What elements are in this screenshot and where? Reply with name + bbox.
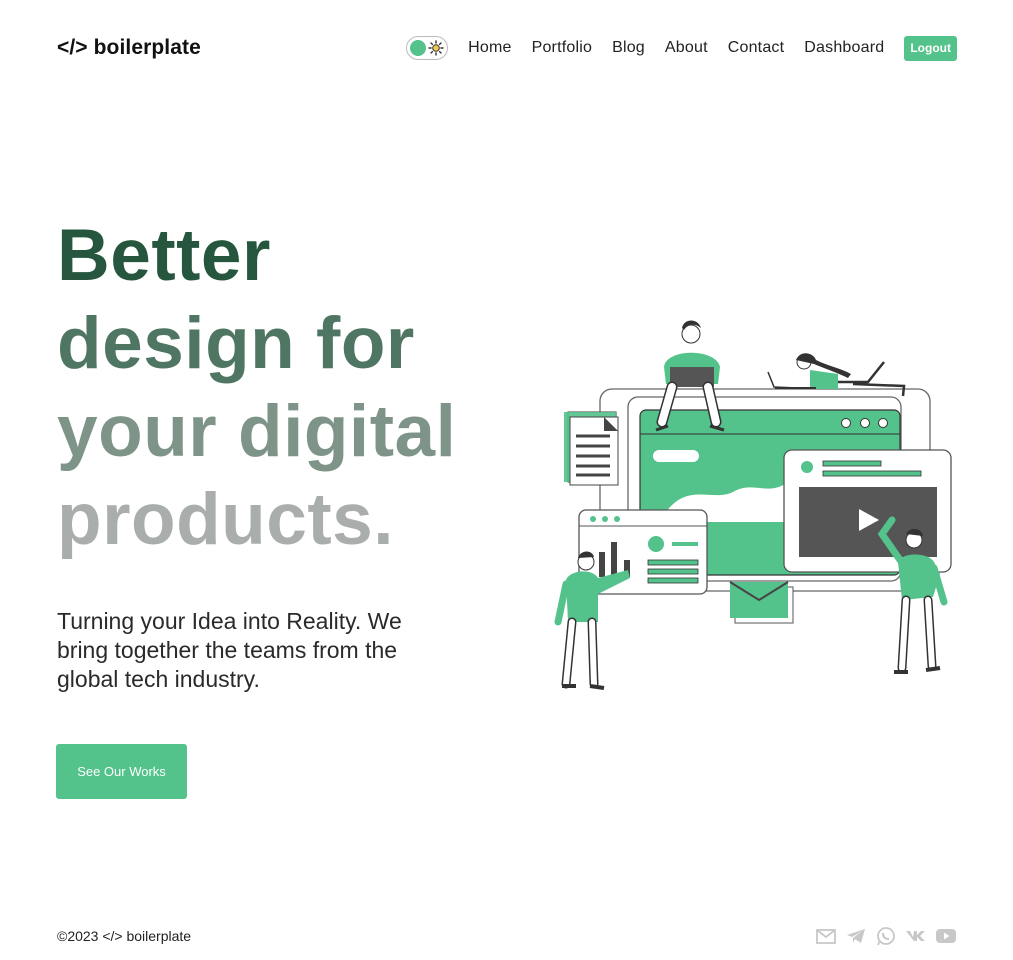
site-logo[interactable]: </> boilerplate — [57, 36, 201, 60]
logout-button[interactable]: Logout — [904, 35, 957, 61]
hero-title-line: Better — [57, 215, 271, 296]
nav-blog[interactable]: Blog — [612, 39, 645, 57]
hero-title-line: products. — [57, 479, 395, 560]
hero-title: Better design for your digital products. — [57, 212, 456, 564]
hero-title-line: your digital — [57, 391, 457, 472]
youtube-icon[interactable] — [935, 926, 957, 946]
hero-title-line: design for — [57, 303, 415, 384]
whatsapp-icon[interactable] — [875, 926, 897, 946]
main-nav: Home Portfolio Blog About Contact Dashbo… — [406, 35, 957, 61]
nav-home[interactable]: Home — [468, 39, 511, 57]
vk-icon[interactable] — [905, 926, 927, 946]
sun-icon — [428, 40, 444, 56]
nav-dashboard[interactable]: Dashboard — [804, 39, 884, 57]
telegram-icon[interactable] — [845, 926, 867, 946]
toggle-knob — [410, 40, 427, 56]
navbar: </> boilerplate Home Portfolio Blog Abou… — [57, 33, 957, 63]
see-our-works-button[interactable]: See Our Works — [56, 744, 187, 799]
social-links — [807, 926, 957, 946]
footer-copyright: ©2023 </> boilerplate — [57, 928, 192, 944]
nav-about[interactable]: About — [665, 39, 708, 57]
nav-contact[interactable]: Contact — [728, 39, 785, 57]
mail-icon[interactable] — [815, 926, 837, 946]
hero-illustration — [554, 320, 952, 690]
nav-portfolio[interactable]: Portfolio — [532, 39, 593, 57]
hero-subtitle: Turning your Idea into Reality. We bring… — [57, 608, 402, 692]
theme-toggle[interactable] — [406, 36, 449, 60]
